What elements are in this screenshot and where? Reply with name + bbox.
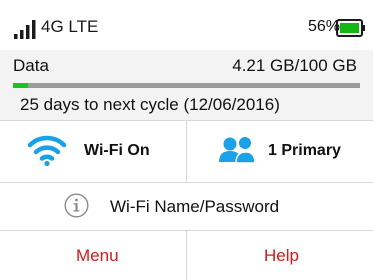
connected-devices-label: 1 Primary xyxy=(268,142,341,159)
usage-progress-fill xyxy=(13,83,28,88)
status-bar: 4G LTE 56% xyxy=(0,0,373,50)
wifi-status-tile[interactable]: Wi-Fi On xyxy=(0,121,186,182)
data-label: Data xyxy=(13,56,49,75)
info-icon xyxy=(64,193,89,218)
wifi-status-label: Wi-Fi On xyxy=(84,142,150,159)
wifi-icon xyxy=(27,135,67,166)
data-usage-value: 4.21 GB/100 GB xyxy=(232,56,357,75)
help-button-label: Help xyxy=(264,246,299,265)
cycle-info: 25 days to next cycle (12/06/2016) xyxy=(20,95,280,114)
connected-devices-tile[interactable]: 1 Primary xyxy=(187,121,373,182)
battery-icon xyxy=(336,19,365,37)
menu-button-label: Menu xyxy=(76,246,119,265)
wifi-name-password-button[interactable]: Wi-Fi Name/Password xyxy=(0,183,373,230)
users-icon xyxy=(219,137,255,164)
usage-progress-bar xyxy=(13,83,360,88)
battery-level-fill xyxy=(340,23,359,33)
network-type: 4G LTE xyxy=(41,17,99,36)
signal-bars-icon xyxy=(14,20,36,39)
device-screen: 4G LTE 56% Data 4.21 GB/100 GB 25 days t… xyxy=(0,0,373,280)
wifi-name-password-label: Wi-Fi Name/Password xyxy=(110,197,280,216)
menu-button[interactable]: Menu xyxy=(0,231,186,280)
data-usage-panel: Data 4.21 GB/100 GB 25 days to next cycl… xyxy=(0,50,373,120)
help-button[interactable]: Help xyxy=(187,231,373,280)
